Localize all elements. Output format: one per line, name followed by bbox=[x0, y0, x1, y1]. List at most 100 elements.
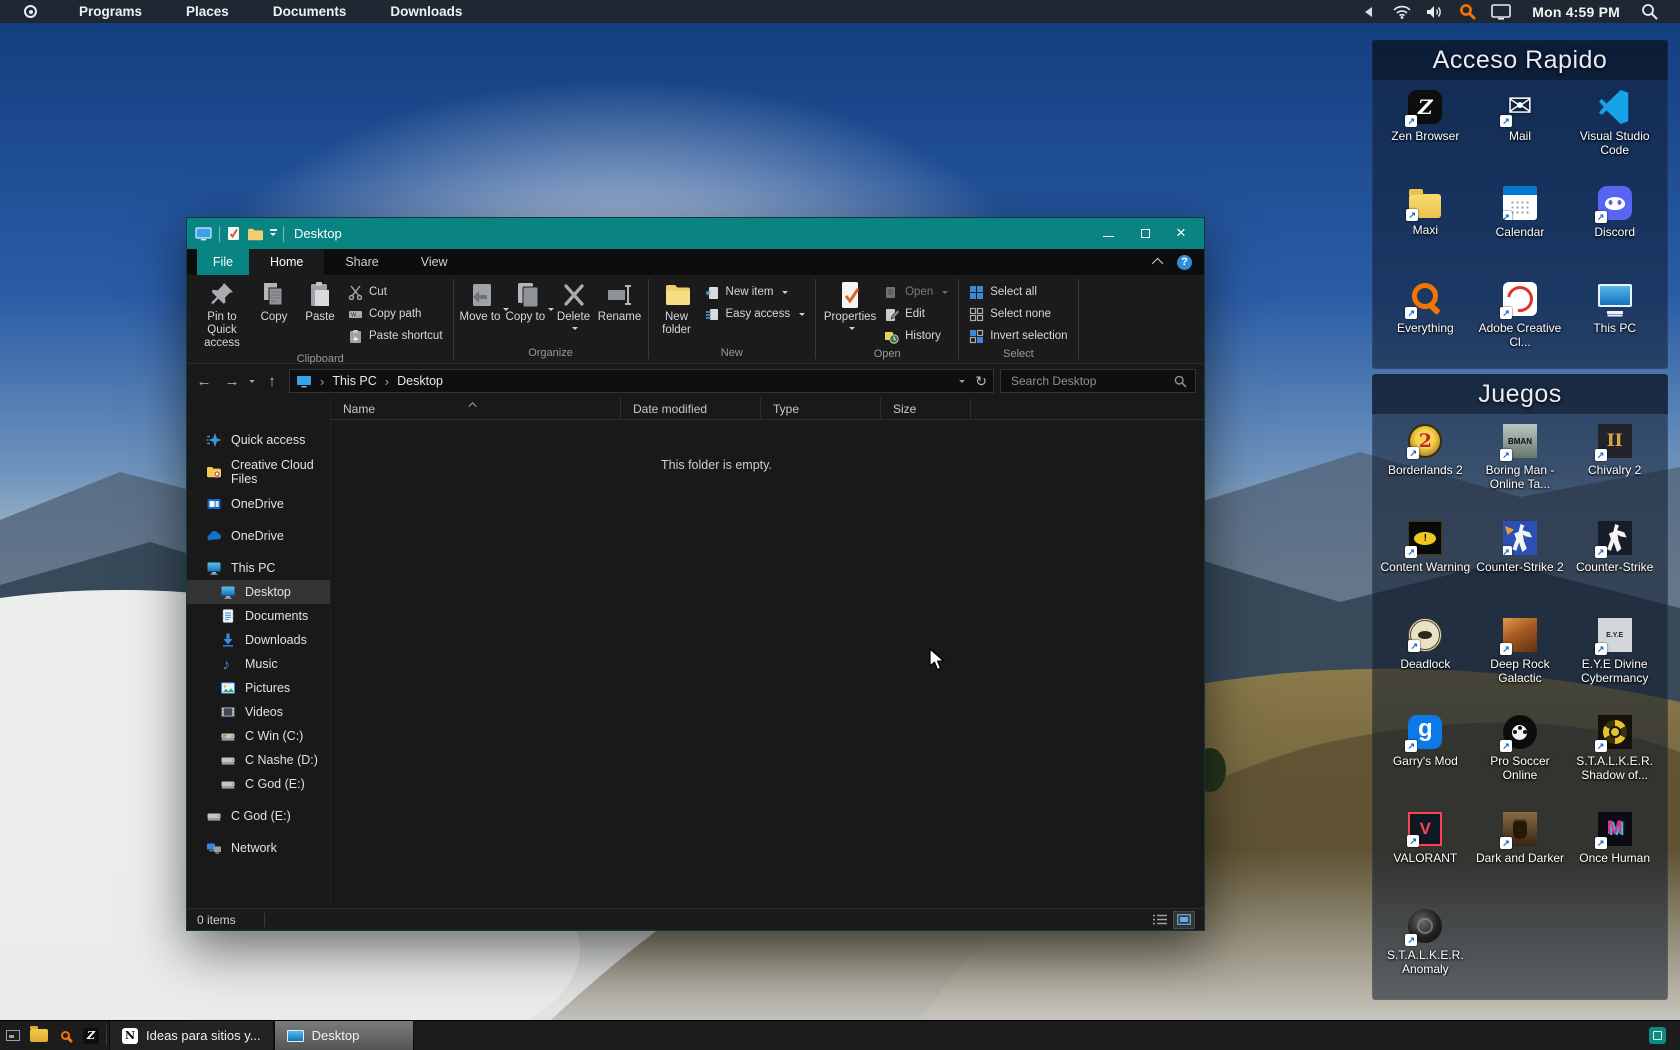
desktop-icon-discord[interactable]: ↗Discord bbox=[1567, 186, 1662, 282]
history-button[interactable]: History bbox=[879, 325, 953, 347]
open-button[interactable]: Open bbox=[879, 281, 953, 303]
move-to-button[interactable]: Move to bbox=[459, 278, 505, 326]
desktop-icon-once-human[interactable]: ↗Once Human bbox=[1567, 812, 1662, 909]
forward-button[interactable]: → bbox=[221, 373, 243, 390]
sidebar-item-c-god-e-[interactable]: C God (E:) bbox=[187, 772, 330, 796]
column-header-date-modified[interactable]: Date modified bbox=[621, 398, 761, 419]
desktop-icon-mail[interactable]: ↗Mail bbox=[1473, 90, 1568, 186]
tab-share[interactable]: Share bbox=[324, 249, 399, 275]
minimize-button[interactable] bbox=[1103, 228, 1114, 239]
zen-browser-taskbar-icon[interactable]: Z bbox=[78, 1021, 104, 1050]
select-none-button[interactable]: Select none bbox=[964, 303, 1072, 325]
fence-quick-access-title[interactable]: Acceso Rapido bbox=[1372, 40, 1668, 80]
desktop-icon-e-y-e-divine-cybermancy[interactable]: ↗E.Y.E Divine Cybermancy bbox=[1567, 618, 1662, 715]
breadcrumb-this-pc[interactable]: This PC bbox=[332, 374, 376, 388]
recent-locations-icon[interactable] bbox=[249, 380, 255, 386]
delete-button[interactable]: Delete bbox=[551, 278, 597, 333]
desktop-icon-counter-strike[interactable]: ↗Counter-Strike bbox=[1567, 521, 1662, 618]
desktop-icon-calendar[interactable]: ↗Calendar bbox=[1473, 186, 1568, 282]
desktop-icon-maxi[interactable]: ↗Maxi bbox=[1378, 186, 1473, 282]
new-folder-button[interactable]: New folder bbox=[654, 278, 700, 339]
sidebar-item-network[interactable]: Network bbox=[187, 836, 330, 860]
sidebar-item-quick-access[interactable]: Quick access bbox=[187, 428, 330, 452]
desktop-icon-boring-man-online-ta-[interactable]: ↗Boring Man - Online Ta... bbox=[1473, 424, 1568, 521]
menu-documents[interactable]: Documents bbox=[273, 4, 347, 19]
tab-file[interactable]: File bbox=[197, 249, 249, 275]
tab-view[interactable]: View bbox=[400, 249, 469, 275]
sidebar-item-c-win-c-[interactable]: C Win (C:) bbox=[187, 724, 330, 748]
cut-button[interactable]: Cut bbox=[343, 281, 448, 303]
edit-button[interactable]: Edit bbox=[879, 303, 953, 325]
display-icon[interactable] bbox=[1491, 4, 1511, 20]
search-input[interactable] bbox=[1009, 373, 1174, 389]
details-view-button[interactable] bbox=[1150, 912, 1170, 928]
paste-button[interactable]: Paste bbox=[297, 278, 343, 326]
launcher-icon[interactable] bbox=[24, 5, 37, 18]
qat-properties-icon[interactable] bbox=[227, 226, 240, 241]
corner-tray-icon[interactable] bbox=[1649, 1027, 1666, 1044]
invert-selection-button[interactable]: Invert selection bbox=[964, 325, 1072, 347]
desktop-icon-visual-studio-code[interactable]: ↗Visual Studio Code bbox=[1567, 90, 1662, 186]
desktop-icon-s-t-a-l-k-e-r-anomaly[interactable]: ↗S.T.A.L.K.E.R. Anomaly bbox=[1378, 909, 1473, 1006]
everything-taskbar-icon[interactable] bbox=[52, 1021, 78, 1050]
desktop-peek-icon[interactable] bbox=[0, 1021, 26, 1050]
sidebar-item-pictures[interactable]: Pictures bbox=[187, 676, 330, 700]
address-bar[interactable]: › This PC › Desktop ↻ bbox=[289, 369, 994, 393]
desktop-icon-this-pc[interactable]: This PC bbox=[1567, 282, 1662, 378]
desktop-icon-deadlock[interactable]: ↗Deadlock bbox=[1378, 618, 1473, 715]
desktop-icon-zen-browser[interactable]: ↗Zen Browser bbox=[1378, 90, 1473, 186]
column-header-size[interactable]: Size bbox=[881, 398, 971, 419]
menu-programs[interactable]: Programs bbox=[79, 4, 142, 19]
thumbnails-view-button[interactable] bbox=[1174, 912, 1194, 928]
sidebar-item-onedrive[interactable]: OneDrive bbox=[187, 492, 330, 516]
taskbar-button-explorer[interactable]: Desktop bbox=[274, 1021, 414, 1050]
column-header-type[interactable]: Type bbox=[761, 398, 881, 419]
desktop-icon-s-t-a-l-k-e-r-shadow-of-[interactable]: ↗S.T.A.L.K.E.R. Shadow of... bbox=[1567, 715, 1662, 812]
desktop-icon-counter-strike-2[interactable]: ↗Counter-Strike 2 bbox=[1473, 521, 1568, 618]
desktop-icon-valorant[interactable]: ↗VALORANT bbox=[1378, 812, 1473, 909]
sidebar-item-documents[interactable]: Documents bbox=[187, 604, 330, 628]
up-button[interactable]: ↑ bbox=[261, 373, 283, 390]
search-box[interactable] bbox=[1000, 369, 1196, 393]
sidebar-item-c-god-e-[interactable]: C God (E:) bbox=[187, 804, 330, 828]
copy-path-button[interactable]: W... Copy path bbox=[343, 303, 448, 325]
file-list[interactable]: This folder is empty. bbox=[331, 420, 1204, 908]
properties-button[interactable]: Properties bbox=[821, 278, 879, 333]
copy-to-button[interactable]: Copy to bbox=[505, 278, 551, 326]
volume-icon[interactable] bbox=[1426, 5, 1444, 19]
menu-places[interactable]: Places bbox=[186, 4, 229, 19]
desktop-icon-pro-soccer-online[interactable]: ↗Pro Soccer Online bbox=[1473, 715, 1568, 812]
close-button[interactable] bbox=[1177, 228, 1188, 239]
ribbon-collapse-icon[interactable] bbox=[1152, 258, 1163, 269]
sidebar-item-onedrive[interactable]: OneDrive bbox=[187, 524, 330, 548]
select-all-button[interactable]: Select all bbox=[964, 281, 1072, 303]
rename-button[interactable]: Rename bbox=[597, 278, 643, 326]
sidebar-item-creative-cloud-files[interactable]: Creative Cloud Files bbox=[187, 460, 330, 484]
titlebar[interactable]: Desktop bbox=[187, 218, 1204, 249]
desktop-icon-deep-rock-galactic[interactable]: ↗Deep Rock Galactic bbox=[1473, 618, 1568, 715]
refresh-icon[interactable]: ↻ bbox=[975, 373, 987, 390]
sidebar-item-this-pc[interactable]: This PC bbox=[187, 556, 330, 580]
desktop-icon-everything[interactable]: ↗Everything bbox=[1378, 282, 1473, 378]
sidebar-item-downloads[interactable]: Downloads bbox=[187, 628, 330, 652]
sidebar-item-videos[interactable]: Videos bbox=[187, 700, 330, 724]
address-dropdown-icon[interactable] bbox=[959, 380, 965, 386]
taskbar-button-notion[interactable]: N Ideas para sitios y... bbox=[109, 1021, 274, 1050]
desktop-icon-dark-and-darker[interactable]: ↗Dark and Darker bbox=[1473, 812, 1568, 909]
desktop-icon-content-warning[interactable]: ↗Content Warning bbox=[1378, 521, 1473, 618]
column-header-name[interactable]: Name bbox=[331, 398, 621, 419]
tray-collapse-icon[interactable] bbox=[1360, 7, 1372, 17]
clock[interactable]: Mon 4:59 PM bbox=[1532, 4, 1620, 20]
qat-dropdown-icon[interactable] bbox=[270, 233, 276, 239]
sidebar-item-desktop[interactable]: Desktop bbox=[187, 580, 330, 604]
desktop-icon-borderlands-2[interactable]: ↗Borderlands 2 bbox=[1378, 424, 1473, 521]
wifi-icon[interactable] bbox=[1393, 5, 1411, 19]
file-explorer-taskbar-icon[interactable] bbox=[26, 1021, 52, 1050]
everything-tray-icon[interactable] bbox=[1459, 3, 1476, 20]
sidebar-item-music[interactable]: Music bbox=[187, 652, 330, 676]
copy-button[interactable]: Copy bbox=[251, 278, 297, 326]
breadcrumb-desktop[interactable]: Desktop bbox=[397, 374, 443, 388]
help-icon[interactable]: ? bbox=[1177, 255, 1192, 270]
sidebar-item-c-nashe-d-[interactable]: C Nashe (D:) bbox=[187, 748, 330, 772]
fence-games-title[interactable]: Juegos bbox=[1372, 374, 1668, 414]
